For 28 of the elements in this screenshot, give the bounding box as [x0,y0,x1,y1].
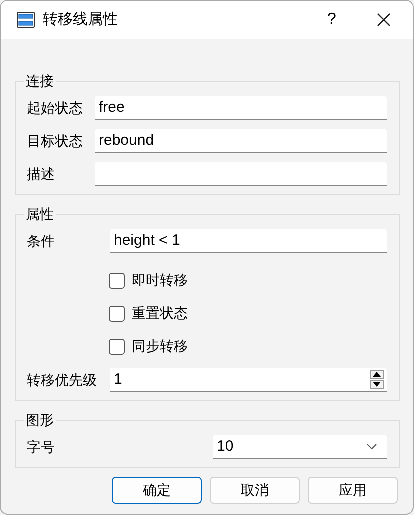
checkbox[interactable] [109,306,125,322]
field-label: 条件 [27,232,56,250]
checkbox[interactable] [109,272,125,288]
field-label: 起始状态 [27,98,84,118]
input-field[interactable] [95,162,387,186]
dialog-button[interactable]: 确定 [112,477,202,504]
checkbox[interactable] [109,338,125,354]
field-label: 字号 [27,438,56,456]
field-label: 目标状态 [27,132,84,150]
checkbox-label: 即时转移 [132,271,188,290]
input-field[interactable]: rebound [95,129,387,153]
field-label: 转移优先级 [27,370,98,390]
field-label: 描述 [27,164,56,184]
input-field[interactable]: height < 1 [110,229,387,253]
help-button[interactable]: ? [309,8,355,32]
spin-up-button[interactable] [370,370,384,379]
chevron-down-icon [367,444,377,450]
spin-box[interactable]: 1 [110,368,387,392]
window-title: 转移线属性 [43,10,118,30]
dropdown[interactable]: 10 [213,435,387,459]
checkbox-label: 重置状态 [132,304,188,323]
window-icon [17,12,35,28]
spin-down-button[interactable] [370,380,384,389]
input-field[interactable]: free [95,96,387,120]
dialog-button[interactable]: 取消 [210,477,300,504]
checkbox-label: 同步转移 [132,337,188,356]
dialog-button[interactable]: 应用 [308,477,398,504]
group-title: 连接 [24,71,56,91]
